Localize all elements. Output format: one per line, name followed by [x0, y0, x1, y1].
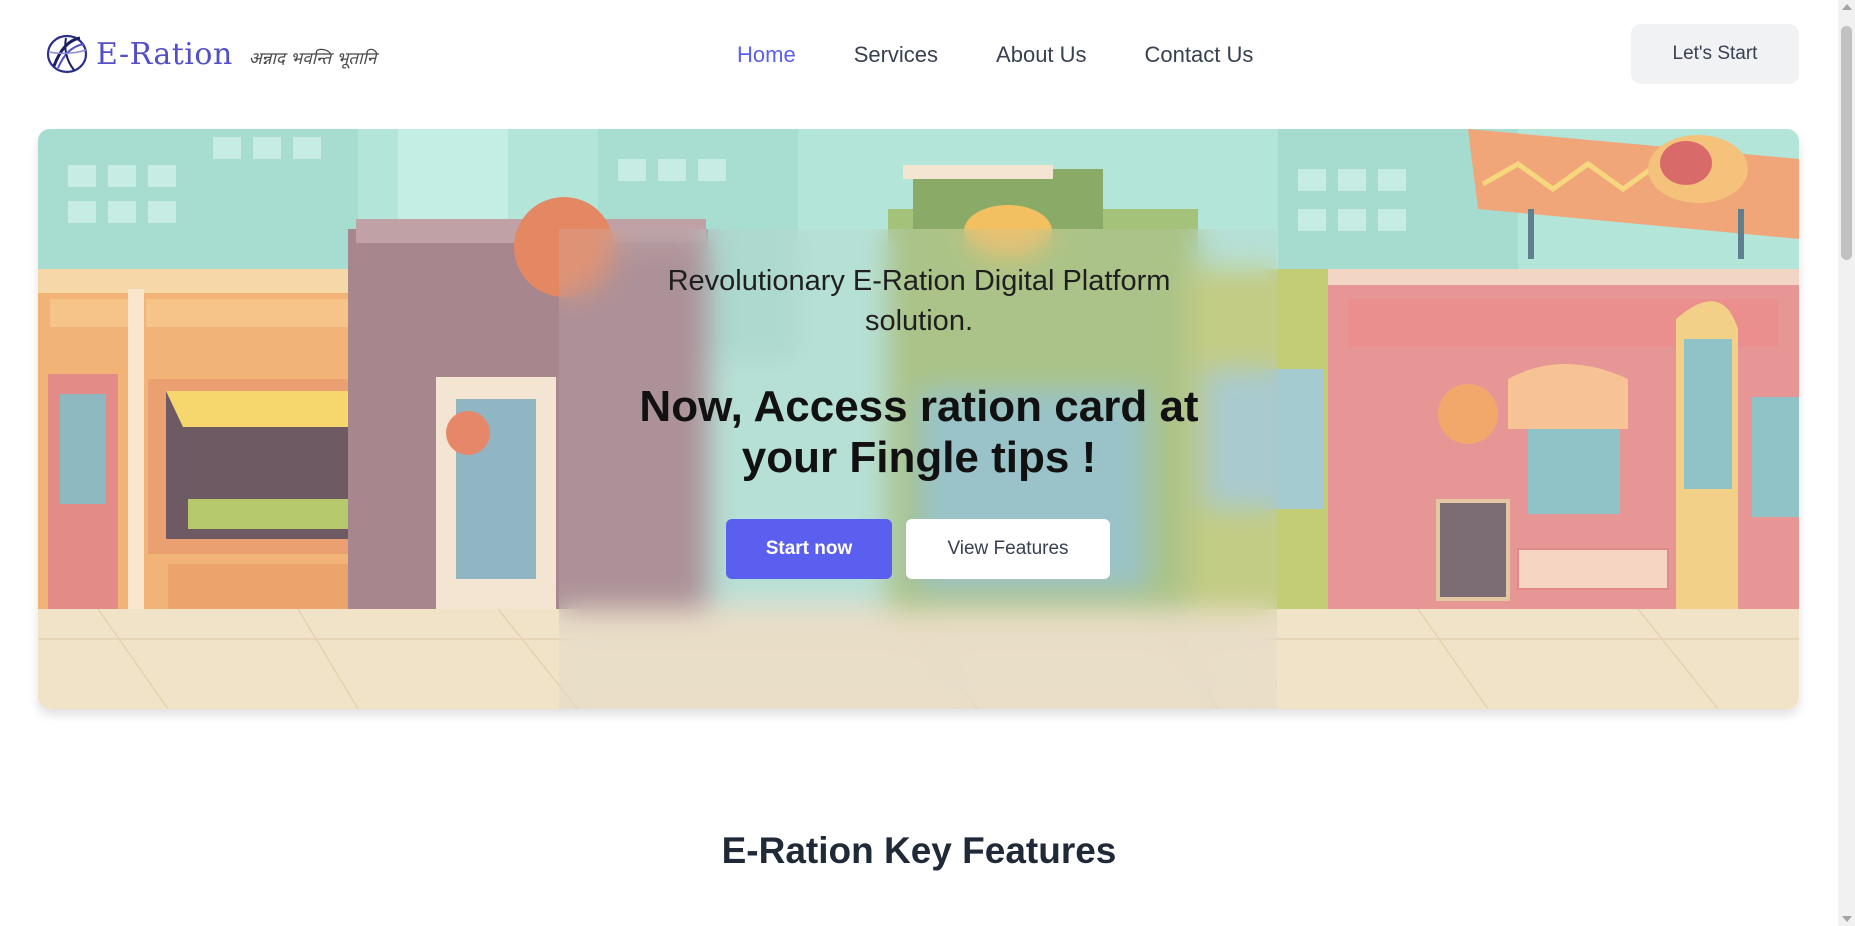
features-heading: E-Ration Key Features — [721, 830, 1117, 871]
nav-services[interactable]: Services — [854, 40, 938, 70]
brand-tagline: अन्नाद भवन्ति भूतानि — [248, 48, 377, 69]
hero-title: Now, Access ration card at your Fingle t… — [639, 382, 1199, 482]
brand-logo[interactable]: E-Ration अन्नाद भवन्ति भूतानि — [44, 32, 376, 76]
hero-subtitle: Revolutionary E-Ration Digital Platform … — [667, 265, 1171, 337]
nav-contact-us[interactable]: Contact Us — [1145, 40, 1254, 70]
scroll-down-arrow-icon[interactable] — [1842, 916, 1852, 922]
brand-name: E-Ration — [96, 36, 233, 72]
ration-logo-icon — [46, 34, 88, 74]
main-nav: Home Services About Us Contact Us — [737, 40, 1311, 70]
scrollbar-thumb[interactable] — [1841, 26, 1852, 260]
start-now-button[interactable]: Start now — [726, 519, 892, 579]
navbar: E-Ration अन्नाद भवन्ति भूतानि Home Servi… — [0, 0, 1838, 110]
nav-about-us[interactable]: About Us — [996, 40, 1087, 70]
view-features-button[interactable]: View Features — [906, 519, 1110, 579]
hero-banner: Revolutionary E-Ration Digital Platform … — [38, 129, 1799, 709]
page-scrollbar[interactable] — [1838, 0, 1855, 926]
scroll-up-arrow-icon[interactable] — [1842, 4, 1852, 10]
nav-home[interactable]: Home — [737, 40, 796, 70]
lets-start-button[interactable]: Let's Start — [1631, 24, 1799, 84]
